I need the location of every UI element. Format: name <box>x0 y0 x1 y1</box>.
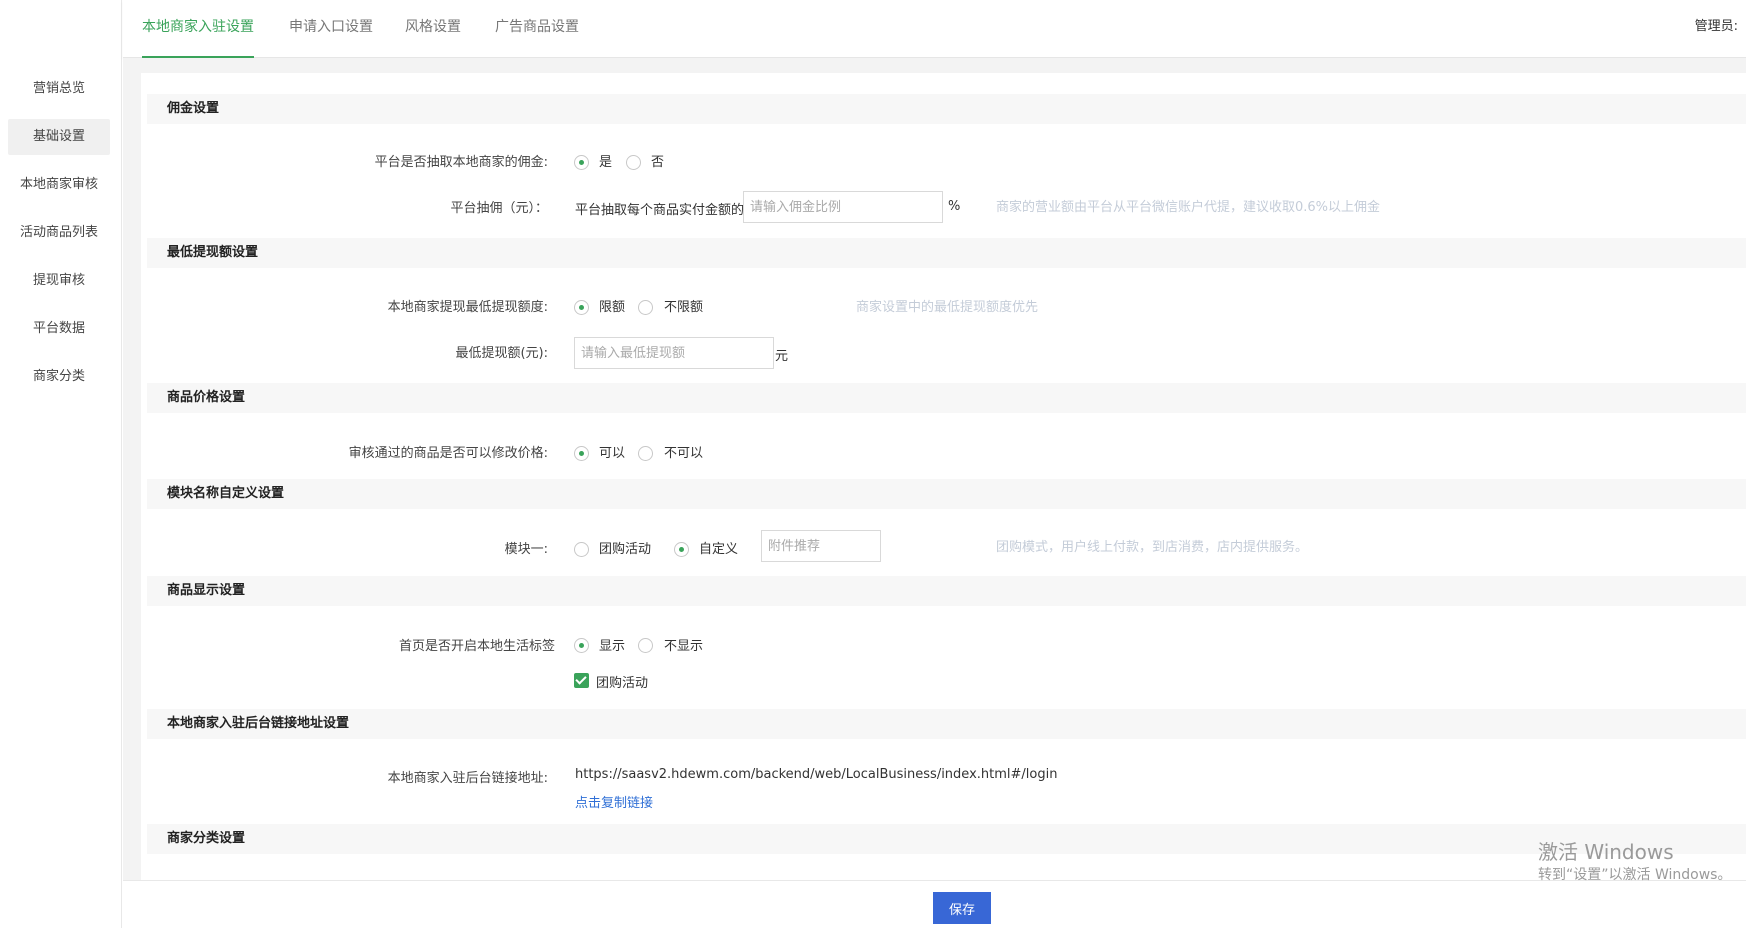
sidebar-item-platform-data[interactable]: 平台数据 <box>8 311 110 347</box>
footer-bar: 保存 <box>123 880 1746 928</box>
price-edit-label: 审核通过的商品是否可以修改价格: <box>348 446 548 461</box>
backend-link-label: 本地商家入驻后台链接地址: <box>387 771 548 786</box>
withdraw-limit-hint: 商家设置中的最低提现额度优先 <box>856 300 1039 315</box>
top-tab-bar: 本地商家入驻设置 申请入口设置 风格设置 广告商品设置 管理员: <box>123 0 1746 58</box>
module1-group-radio[interactable] <box>574 542 589 557</box>
commission-no-radio[interactable] <box>626 155 641 170</box>
sidebar-item-activity-products[interactable]: 活动商品列表 <box>8 215 110 251</box>
section-title-withdraw: 最低提现额设置 <box>147 238 1746 268</box>
section-title-price: 商品价格设置 <box>147 383 1746 413</box>
windows-activation-watermark-title: 激活 Windows <box>1538 840 1674 864</box>
section-title-commission: 佣金设置 <box>147 94 1746 124</box>
display-hide-label: 不显示 <box>664 639 704 654</box>
price-edit-yes-radio[interactable] <box>574 446 589 461</box>
module1-group-label: 团购活动 <box>599 542 652 557</box>
commission-yes-radio[interactable] <box>574 155 589 170</box>
price-edit-yes-label: 可以 <box>599 446 626 461</box>
commission-rate-unit: % <box>948 199 961 214</box>
module1-custom-label: 自定义 <box>699 542 739 557</box>
withdraw-limit-radio[interactable] <box>574 300 589 315</box>
commission-rate-prefix: 平台抽取每个商品实付金额的 <box>575 203 745 218</box>
display-show-radio[interactable] <box>574 638 589 653</box>
module1-custom-radio[interactable] <box>674 542 689 557</box>
sidebar-item-merchant-category[interactable]: 商家分类 <box>8 359 110 395</box>
tab-apply-entry-settings[interactable]: 申请入口设置 <box>289 0 373 58</box>
display-show-label: 显示 <box>599 639 626 654</box>
display-home-label: 首页是否开启本地生活标签 <box>398 639 555 654</box>
copy-link-button[interactable]: 点击复制链接 <box>575 792 653 811</box>
sidebar-item-marketing-overview[interactable]: 营销总览 <box>8 71 110 107</box>
admin-label: 管理员: <box>1694 19 1738 34</box>
module1-label: 模块一: <box>504 542 548 557</box>
section-title-category: 商家分类设置 <box>147 824 1746 854</box>
withdraw-limit-label: 本地商家提现最低提现额度: <box>387 300 548 315</box>
sidebar-item-basic-settings[interactable]: 基础设置 <box>8 119 110 155</box>
display-hide-radio[interactable] <box>638 638 653 653</box>
tab-ad-product-settings[interactable]: 广告商品设置 <box>495 0 579 58</box>
section-title-module-name: 模块名称自定义设置 <box>147 479 1746 509</box>
withdraw-min-input[interactable] <box>574 337 774 369</box>
withdraw-unlimited-option-label: 不限额 <box>664 300 704 315</box>
commission-rate-label: 平台抽佣（元）： <box>450 201 548 216</box>
section-title-display: 商品显示设置 <box>147 576 1746 606</box>
withdraw-min-label: 最低提现额(元): <box>455 346 548 361</box>
sidebar-item-withdraw-review[interactable]: 提现审核 <box>8 263 110 299</box>
windows-activation-watermark-subtitle: 转到“设置”以激活 Windows。 <box>1538 867 1732 883</box>
group-buy-checkbox-label: 团购活动 <box>596 676 649 691</box>
sidebar: 营销总览 基础设置 本地商家审核 活动商品列表 提现审核 平台数据 商家分类 <box>0 0 122 928</box>
section-title-backend-link: 本地商家入驻后台链接地址设置 <box>147 709 1746 739</box>
withdraw-unlimited-radio[interactable] <box>638 300 653 315</box>
commission-question-label: 平台是否抽取本地商家的佣金: <box>374 155 548 170</box>
tab-merchant-settle-settings[interactable]: 本地商家入驻设置 <box>142 0 254 58</box>
settings-card <box>141 73 1746 880</box>
withdraw-limit-option-label: 限额 <box>599 300 626 315</box>
price-edit-no-label: 不可以 <box>664 446 704 461</box>
save-button[interactable]: 保存 <box>933 892 991 924</box>
price-edit-no-radio[interactable] <box>638 446 653 461</box>
module1-hint: 团购模式，用户线上付款，到店消费，店内提供服务。 <box>996 540 1309 555</box>
sidebar-item-merchant-review[interactable]: 本地商家审核 <box>8 167 110 203</box>
backend-link-url: https://saasv2.hdewm.com/backend/web/Loc… <box>575 767 1058 782</box>
commission-no-label: 否 <box>651 155 665 170</box>
tab-style-settings[interactable]: 风格设置 <box>405 0 461 58</box>
commission-rate-hint: 商家的营业额由平台从平台微信账户代提，建议收取0.6%以上佣金 <box>996 200 1381 215</box>
commission-rate-input[interactable] <box>743 191 943 223</box>
commission-yes-label: 是 <box>599 155 613 170</box>
withdraw-min-unit: 元 <box>775 349 789 364</box>
module1-custom-input[interactable] <box>761 530 881 562</box>
group-buy-checkbox[interactable] <box>574 673 589 688</box>
